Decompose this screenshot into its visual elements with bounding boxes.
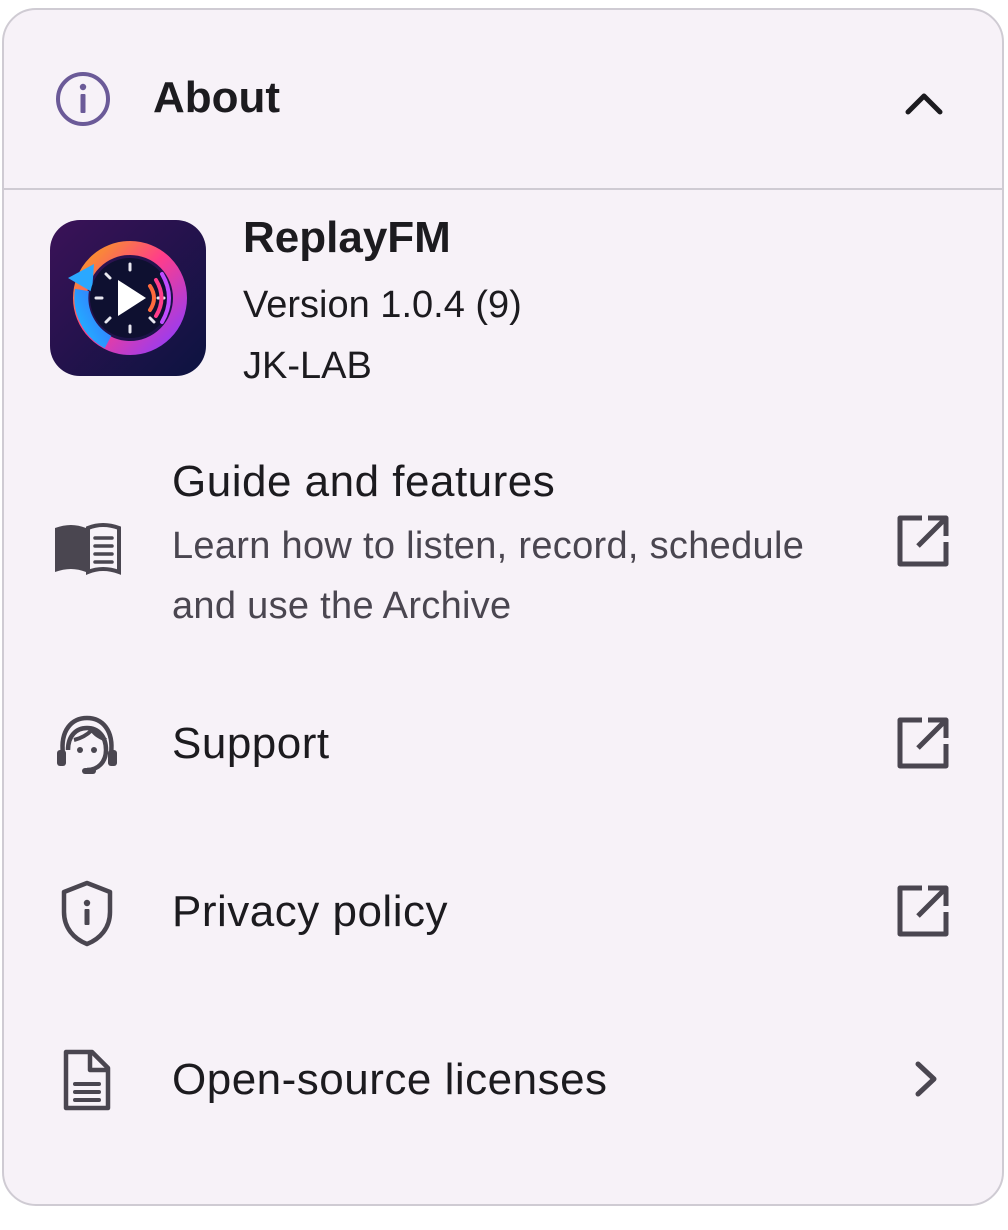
item-title: Privacy policy	[172, 887, 448, 936]
open-source-licenses-item[interactable]: Open-source licenses	[4, 1026, 1002, 1146]
chevron-up-icon[interactable]	[902, 80, 946, 124]
item-title: Guide and features	[172, 457, 556, 506]
replay-radio-logo	[50, 220, 206, 376]
open-external-icon	[897, 717, 949, 769]
app-developer: JK-LAB	[243, 345, 372, 387]
open-external-icon	[897, 885, 949, 937]
headset-support-icon	[57, 715, 117, 774]
shield-info-icon	[61, 880, 113, 947]
app-version: Version 1.0.4 (9)	[243, 284, 522, 326]
about-card: About ReplayFM Version 1.0.4 (9) JK-LAB …	[2, 8, 1004, 1206]
section-title: About	[153, 73, 281, 122]
guide-and-features-item[interactable]: Guide and features Learn how to listen, …	[4, 440, 1002, 660]
open-external-icon	[897, 515, 949, 567]
privacy-policy-item[interactable]: Privacy policy	[4, 858, 1002, 978]
book-icon	[55, 523, 121, 575]
support-item[interactable]: Support	[4, 690, 1002, 810]
app-info: ReplayFM Version 1.0.4 (9) JK-LAB	[4, 190, 1002, 420]
item-title: Support	[172, 719, 330, 768]
document-icon	[63, 1049, 111, 1111]
item-subtitle: Learn how to listen, record, schedule an…	[172, 525, 805, 627]
about-section-header[interactable]: About	[4, 10, 1002, 190]
app-name: ReplayFM	[243, 213, 451, 262]
chevron-right-icon	[915, 1061, 937, 1097]
item-title: Open-source licenses	[172, 1055, 608, 1104]
info-icon	[56, 72, 110, 126]
